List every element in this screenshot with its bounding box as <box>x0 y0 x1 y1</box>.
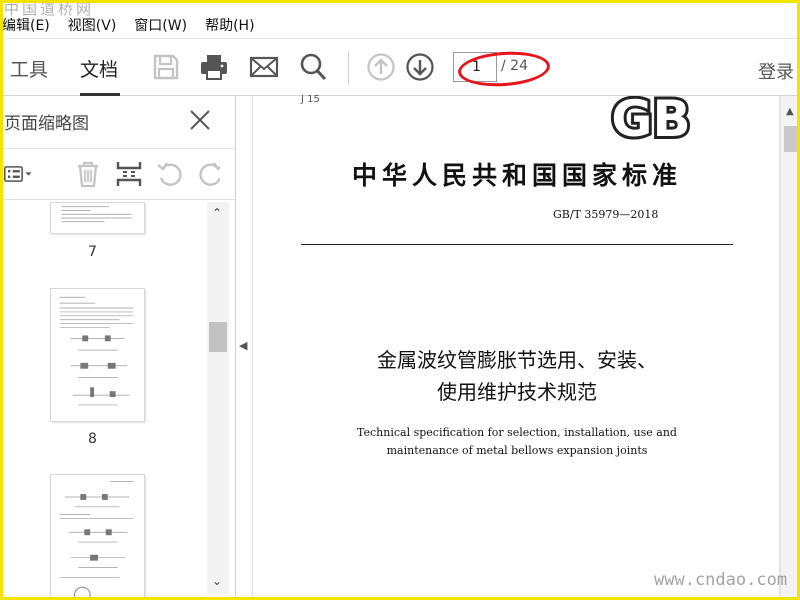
title-chinese-line: 金属波纹管膨胀节选用、安装、 <box>377 348 657 372</box>
panel-collapse-handle[interactable]: ◀ <box>236 96 252 600</box>
thumbnail-page-8[interactable] <box>50 288 145 422</box>
arrow-down-circle-icon <box>406 53 434 81</box>
page-preview <box>61 206 132 223</box>
title-english-line: maintenance of metal bellows expansion j… <box>386 444 648 457</box>
next-page-button[interactable] <box>405 52 435 82</box>
page-preview <box>59 296 134 406</box>
thumbnail-label: 7 <box>88 244 97 260</box>
title-english-line: Technical specification for selection, i… <box>357 426 677 439</box>
scroll-up-icon[interactable]: ▲ <box>786 106 794 117</box>
arrow-up-circle-icon <box>367 53 395 81</box>
rotate-right-button[interactable] <box>196 159 220 189</box>
delete-page-button[interactable] <box>73 159 103 189</box>
mail-button[interactable] <box>249 52 279 82</box>
standard-name: 中华人民共和国国家标准 <box>351 161 682 190</box>
thumbnail-panel: 页面缩略图 7 8 ⌃ ⌄ <box>0 96 236 600</box>
document-scrollbar[interactable]: ▲ <box>780 96 800 600</box>
tab-tools[interactable]: 工具 <box>10 55 48 82</box>
scroll-up-icon[interactable]: ⌃ <box>212 206 222 220</box>
page-total: / 24 <box>501 58 528 74</box>
rotate-right-icon <box>199 162 220 186</box>
watermark-top: 中国道桥网 <box>4 0 95 18</box>
gb-logo-text: GB <box>611 96 690 140</box>
print-button[interactable] <box>199 52 229 82</box>
extract-page-button[interactable] <box>114 159 144 189</box>
title-chinese: 金属波纹管膨胀节选用、安装、 使用维护技术规范 <box>301 344 733 408</box>
search-icon <box>300 53 327 81</box>
toolbar-separator <box>348 51 349 85</box>
close-icon <box>190 110 210 130</box>
mail-icon <box>249 56 279 78</box>
caret-left-icon: ◀ <box>239 339 248 352</box>
menu-help[interactable]: 帮助(H) <box>205 15 254 35</box>
close-panel-button[interactable] <box>186 106 214 134</box>
scrollbar-thumb[interactable] <box>209 322 227 352</box>
trash-icon <box>78 161 98 188</box>
watermark-bottom: www.cndao.com <box>654 570 788 590</box>
list-options-icon <box>4 166 32 182</box>
thumbnail-label: 8 <box>88 431 97 447</box>
scroll-down-icon[interactable]: ⌄ <box>212 574 222 588</box>
thumbnail-page-7[interactable] <box>50 202 145 234</box>
page-number-input[interactable] <box>453 52 497 82</box>
print-icon <box>201 55 227 80</box>
document-page: J 15 GB 中华人民共和国国家标准 GB/T 35979—2018 金属波纹… <box>252 94 780 600</box>
search-button[interactable] <box>298 52 328 82</box>
scrollbar-thumb[interactable] <box>784 126 798 152</box>
gb-logo: GB <box>608 96 693 140</box>
thumbnail-page-9[interactable] <box>50 474 145 600</box>
rotate-left-button[interactable] <box>155 159 185 189</box>
toolbar: 工具 文档 1 / 24 登录 <box>0 38 800 96</box>
page-preview <box>59 481 134 600</box>
standard-number: GB/T 35979—2018 <box>553 208 659 221</box>
panel-toolbar <box>0 148 236 200</box>
panel-title: 页面缩略图 <box>4 114 89 134</box>
thumbnail-options-button[interactable] <box>4 159 42 189</box>
previous-page-button[interactable] <box>366 52 396 82</box>
login-button[interactable]: 登录 <box>758 58 794 84</box>
title-chinese-line: 使用维护技术规范 <box>437 380 597 404</box>
document-view[interactable]: J 15 GB 中华人民共和国国家标准 GB/T 35979—2018 金属波纹… <box>252 94 780 600</box>
thumbnail-scrollbar[interactable]: ⌃ ⌄ <box>207 202 229 594</box>
header-rule <box>301 244 733 245</box>
rotate-left-icon <box>157 162 182 186</box>
ics-code: J 15 <box>301 94 320 105</box>
save-button[interactable] <box>151 52 181 82</box>
menu-bar: 编辑(E) 视图(V) 窗口(W) 帮助(H) <box>0 12 800 38</box>
save-icon <box>153 54 179 80</box>
title-english: Technical specification for selection, i… <box>301 424 733 460</box>
menu-window[interactable]: 窗口(W) <box>134 15 187 35</box>
thumbnail-list: 7 8 <box>0 202 206 600</box>
tab-document[interactable]: 文档 <box>80 55 118 82</box>
page-extract-icon <box>116 162 142 186</box>
